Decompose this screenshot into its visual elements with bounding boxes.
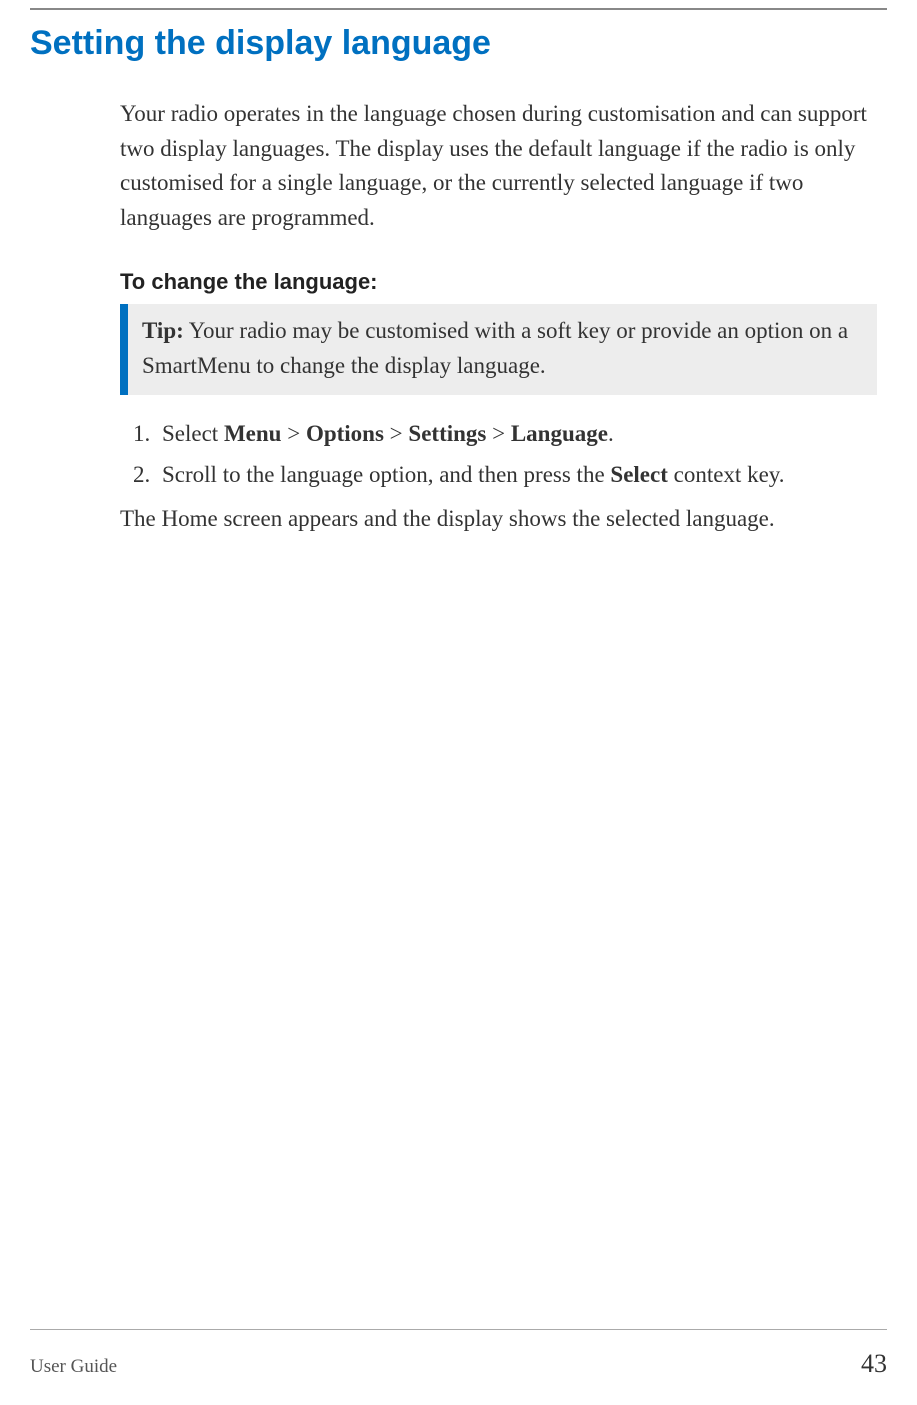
nav-language: Language <box>511 421 608 446</box>
procedure-heading: To change the language: <box>120 265 877 298</box>
sep-1: > <box>281 421 305 446</box>
page-title: Setting the display language <box>30 18 887 69</box>
step-1-prefix: Select <box>162 421 224 446</box>
step-1-suffix: . <box>608 421 614 446</box>
footer-page-number: 43 <box>861 1344 887 1383</box>
step-1: Select Menu > Options > Settings > Langu… <box>156 417 877 452</box>
nav-settings: Settings <box>408 421 486 446</box>
sep-2: > <box>384 421 408 446</box>
content-block: Your radio operates in the language chos… <box>30 97 887 537</box>
tip-label: Tip: <box>142 318 184 343</box>
footer-doc-title: User Guide <box>30 1353 117 1382</box>
page-footer: User Guide 43 <box>30 1329 887 1383</box>
tip-callout: Tip: Your radio may be customised with a… <box>120 304 877 395</box>
nav-menu: Menu <box>224 421 282 446</box>
select-key: Select <box>610 462 667 487</box>
nav-options: Options <box>306 421 384 446</box>
tip-body: Your radio may be customised with a soft… <box>142 318 848 378</box>
intro-paragraph: Your radio operates in the language chos… <box>120 97 877 235</box>
page-body: Setting the display language Your radio … <box>0 0 917 537</box>
result-paragraph: The Home screen appears and the display … <box>120 502 877 537</box>
step-2-suffix: context key. <box>668 462 785 487</box>
top-rule <box>30 8 887 10</box>
steps-list: Select Menu > Options > Settings > Langu… <box>120 417 877 492</box>
step-2-prefix: Scroll to the language option, and then … <box>162 462 610 487</box>
sep-3: > <box>486 421 510 446</box>
step-2: Scroll to the language option, and then … <box>156 458 877 493</box>
